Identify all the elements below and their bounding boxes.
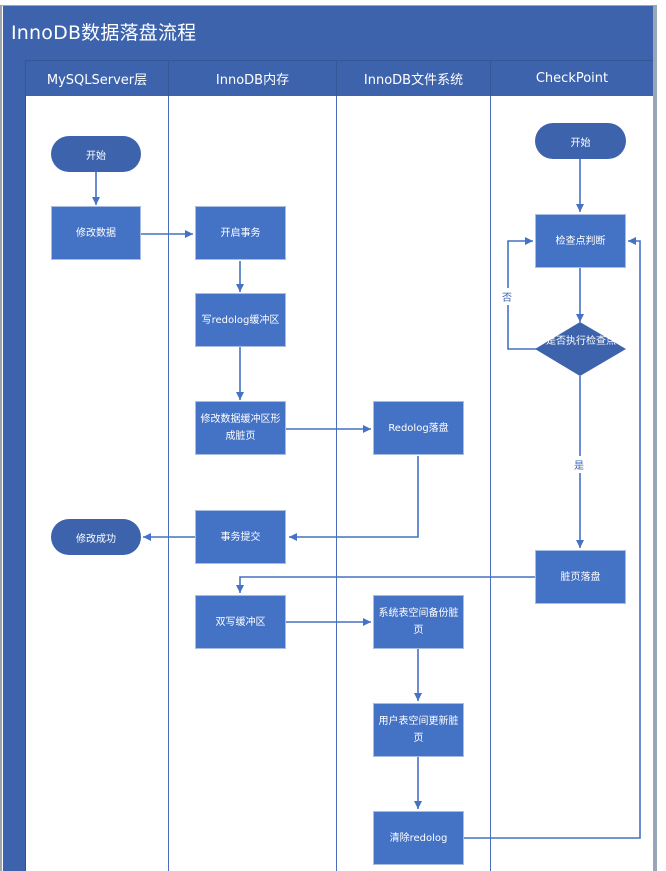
swimlane-diagram: InnoDB数据落盘流程 MySQLServer层 InnoDB内存 InnoD…	[0, 0, 666, 871]
process-user-tablespace-update[interactable]: 用户表空间更新脏页	[373, 703, 464, 757]
edge-dirty-flush-to-doublewrite	[236, 576, 535, 593]
terminal-start-checkpoint[interactable]: 开始	[535, 123, 626, 159]
process-begin-transaction[interactable]: 开启事务	[195, 206, 286, 260]
process-modify-data[interactable]: 修改数据	[51, 206, 141, 260]
process-transaction-commit[interactable]: 事务提交	[195, 510, 286, 564]
decision-exec-checkpoint[interactable]: 是否执行检查点	[537, 334, 625, 350]
process-checkpoint-judge[interactable]: 检查点判断	[535, 214, 626, 268]
edge-redolog-flush-to-commit	[289, 456, 419, 541]
edge-clear-redolog-to-checkpoint-judge	[464, 237, 641, 839]
process-doublewrite-buffer[interactable]: 双写缓冲区	[195, 595, 286, 649]
process-modify-buffer-dirty-page[interactable]: 修改数据缓冲区形成脏页	[195, 401, 286, 455]
process-write-redolog-buffer[interactable]: 写redolog缓冲区	[195, 293, 286, 347]
process-clear-redolog[interactable]: 清除redolog	[373, 811, 464, 865]
process-dirty-page-flush[interactable]: 脏页落盘	[535, 550, 626, 604]
process-redolog-flush[interactable]: Redolog落盘	[373, 401, 464, 455]
terminal-start-server[interactable]: 开始	[51, 136, 141, 172]
edge-label-yes: 是	[574, 456, 584, 473]
terminal-modify-success[interactable]: 修改成功	[51, 519, 141, 555]
edge-decision-no-to-judge	[507, 237, 537, 350]
edge-label-no: 否	[502, 288, 512, 305]
process-system-tablespace-backup[interactable]: 系统表空间备份脏页	[373, 595, 464, 649]
